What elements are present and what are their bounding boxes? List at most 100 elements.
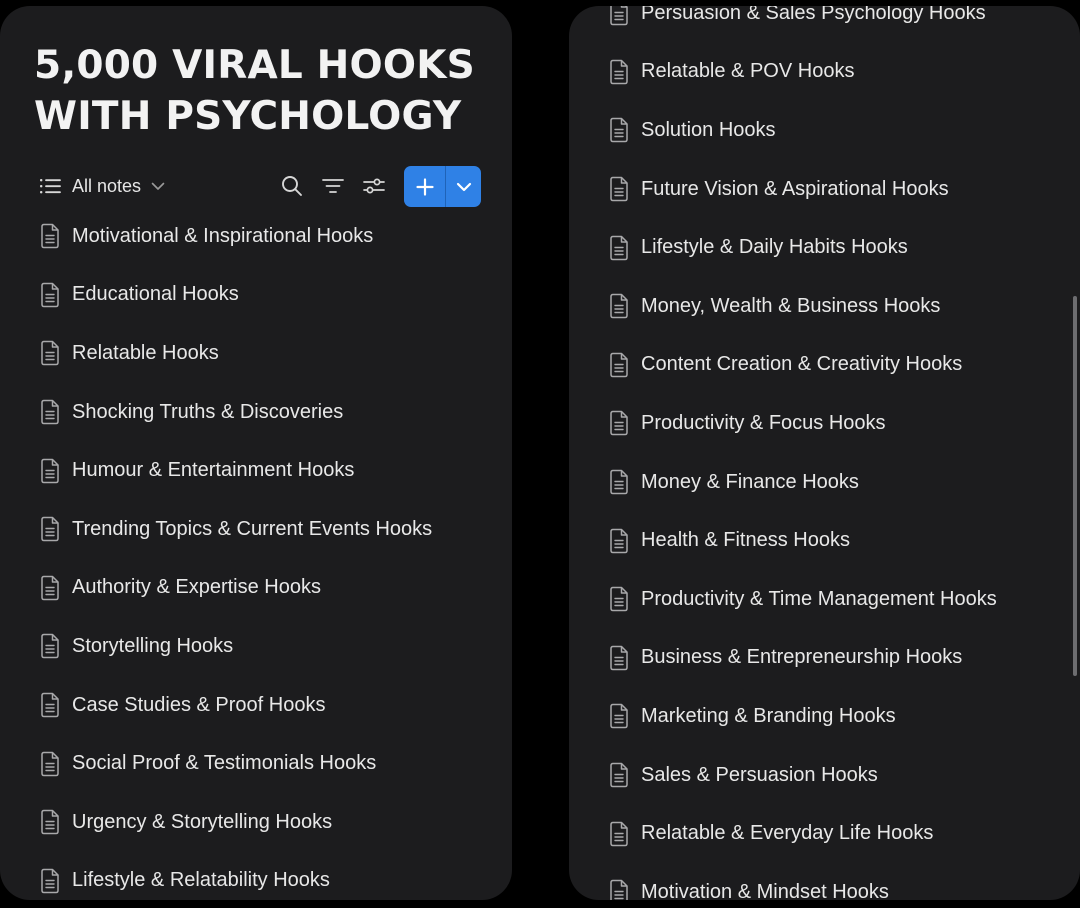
document-icon	[41, 341, 59, 366]
document-icon	[610, 645, 628, 671]
note-item[interactable]: Shocking Truths & Discoveries	[0, 383, 512, 442]
document-icon	[610, 469, 628, 495]
note-title: Case Studies & Proof Hooks	[72, 693, 326, 716]
note-item[interactable]: Marketing & Branding Hooks	[569, 687, 1080, 746]
title-line-2: WITH PSYCHOLOGY	[34, 94, 462, 139]
note-title: Relatable Hooks	[72, 341, 219, 364]
sliders-icon[interactable]	[362, 174, 386, 198]
note-title: Content Creation & Creativity Hooks	[641, 353, 963, 376]
note-title: Humour & Entertainment Hooks	[72, 459, 355, 482]
document-icon	[610, 821, 628, 846]
note-item[interactable]: Business & Entrepreneurship Hooks	[569, 629, 1080, 688]
notes-toolbar: All notes	[40, 166, 482, 208]
note-title: Shocking Truths & Discoveries	[72, 400, 344, 423]
search-icon[interactable]	[280, 174, 304, 198]
note-item[interactable]: Humour & Entertainment Hooks	[0, 441, 512, 500]
note-item[interactable]: Persuasion & Sales Psychology Hooks	[569, 6, 1080, 43]
chevron-down-icon	[151, 182, 165, 190]
page-title: 5,000 VIRAL HOOKS WITH PSYCHOLOGY	[34, 40, 504, 142]
note-item[interactable]: Lifestyle & Daily Habits Hooks	[569, 218, 1080, 277]
note-item[interactable]: Money & Finance Hooks	[569, 453, 1080, 512]
document-icon	[610, 586, 628, 612]
document-icon	[610, 118, 628, 143]
document-icon	[41, 282, 59, 308]
note-title: Authority & Expertise Hooks	[72, 576, 321, 599]
document-icon	[41, 399, 59, 425]
document-icon	[610, 176, 628, 202]
document-icon	[610, 294, 628, 319]
document-icon	[41, 868, 59, 894]
note-item[interactable]: Money, Wealth & Business Hooks	[569, 277, 1080, 336]
add-note-button[interactable]	[404, 166, 445, 207]
note-title: Business & Entrepreneurship Hooks	[641, 646, 963, 669]
notes-list-left: Motivational & Inspirational Hooks Educa…	[0, 207, 512, 900]
note-title: Social Proof & Testimonials Hooks	[72, 752, 377, 775]
plus-icon	[415, 177, 434, 196]
note-title: Health & Fitness Hooks	[641, 529, 850, 552]
document-icon	[41, 751, 59, 776]
note-item[interactable]: Lifestyle & Relatability Hooks	[0, 852, 512, 900]
note-title: Money, Wealth & Business Hooks	[641, 294, 941, 317]
note-title: Trending Topics & Current Events Hooks	[72, 517, 433, 540]
document-icon	[41, 224, 59, 249]
note-title: Motivational & Inspirational Hooks	[72, 224, 374, 247]
note-title: Money & Finance Hooks	[641, 470, 859, 493]
note-item[interactable]: Motivational & Inspirational Hooks	[0, 207, 512, 266]
document-icon	[41, 517, 59, 542]
note-title: Lifestyle & Daily Habits Hooks	[641, 236, 908, 259]
note-item[interactable]: Productivity & Focus Hooks	[569, 394, 1080, 453]
filter-icon[interactable]	[321, 174, 345, 198]
notes-list-right: Persuasion & Sales Psychology Hooks Rela…	[569, 6, 1080, 900]
screenshot-stage: 5,000 VIRAL HOOKS WITH PSYCHOLOGY All no…	[0, 0, 1080, 908]
note-title: Urgency & Storytelling Hooks	[72, 810, 333, 833]
add-note-button-group	[404, 166, 481, 207]
note-title: Solution Hooks	[641, 118, 776, 141]
notes-panel-left: 5,000 VIRAL HOOKS WITH PSYCHOLOGY All no…	[0, 6, 512, 900]
all-notes-dropdown[interactable]: All notes	[40, 166, 165, 206]
note-item[interactable]: Social Proof & Testimonials Hooks	[0, 734, 512, 793]
all-notes-label: All notes	[72, 175, 142, 196]
document-icon	[610, 762, 628, 788]
note-item[interactable]: Case Studies & Proof Hooks	[0, 676, 512, 735]
note-item[interactable]: Productivity & Time Management Hooks	[569, 570, 1080, 629]
note-title: Lifestyle & Relatability Hooks	[72, 869, 330, 892]
note-title: Future Vision & Aspirational Hooks	[641, 177, 949, 200]
note-item[interactable]: Urgency & Storytelling Hooks	[0, 793, 512, 852]
note-title: Productivity & Focus Hooks	[641, 411, 886, 434]
document-icon	[610, 528, 628, 553]
note-item[interactable]: Health & Fitness Hooks	[569, 511, 1080, 570]
note-item[interactable]: Content Creation & Creativity Hooks	[569, 336, 1080, 395]
note-item[interactable]: Storytelling Hooks	[0, 617, 512, 676]
note-item[interactable]: Trending Topics & Current Events Hooks	[0, 500, 512, 559]
note-title: Relatable & Everyday Life Hooks	[641, 822, 934, 845]
note-item[interactable]: Future Vision & Aspirational Hooks	[569, 160, 1080, 219]
document-icon	[610, 352, 628, 378]
note-item[interactable]: Authority & Expertise Hooks	[0, 559, 512, 618]
document-icon	[610, 59, 628, 85]
document-icon	[41, 692, 59, 718]
note-title: Marketing & Branding Hooks	[641, 704, 896, 727]
add-options-button[interactable]	[445, 166, 481, 207]
scrollbar[interactable]	[1073, 296, 1077, 676]
chevron-down-icon	[456, 182, 471, 191]
document-icon	[610, 235, 628, 260]
note-title: Educational Hooks	[72, 283, 239, 306]
document-icon	[610, 704, 628, 729]
note-item[interactable]: Solution Hooks	[569, 101, 1080, 160]
notes-panel-right: Persuasion & Sales Psychology Hooks Rela…	[569, 6, 1080, 900]
note-item[interactable]: Relatable & POV Hooks	[569, 43, 1080, 102]
note-item[interactable]: Motivation & Mindset Hooks	[569, 863, 1080, 900]
note-title: Sales & Persuasion Hooks	[641, 763, 878, 786]
document-icon	[41, 634, 59, 659]
note-title: Motivation & Mindset Hooks	[641, 880, 889, 900]
note-item[interactable]: Relatable Hooks	[0, 324, 512, 383]
document-icon	[41, 575, 59, 601]
note-item[interactable]: Educational Hooks	[0, 266, 512, 325]
note-title: Storytelling Hooks	[72, 634, 234, 657]
document-icon	[610, 411, 628, 436]
note-title: Productivity & Time Management Hooks	[641, 587, 997, 610]
note-item[interactable]: Sales & Persuasion Hooks	[569, 746, 1080, 805]
note-item[interactable]: Relatable & Everyday Life Hooks	[569, 804, 1080, 863]
list-icon	[40, 179, 61, 194]
title-line-1: 5,000 VIRAL HOOKS	[34, 43, 475, 88]
